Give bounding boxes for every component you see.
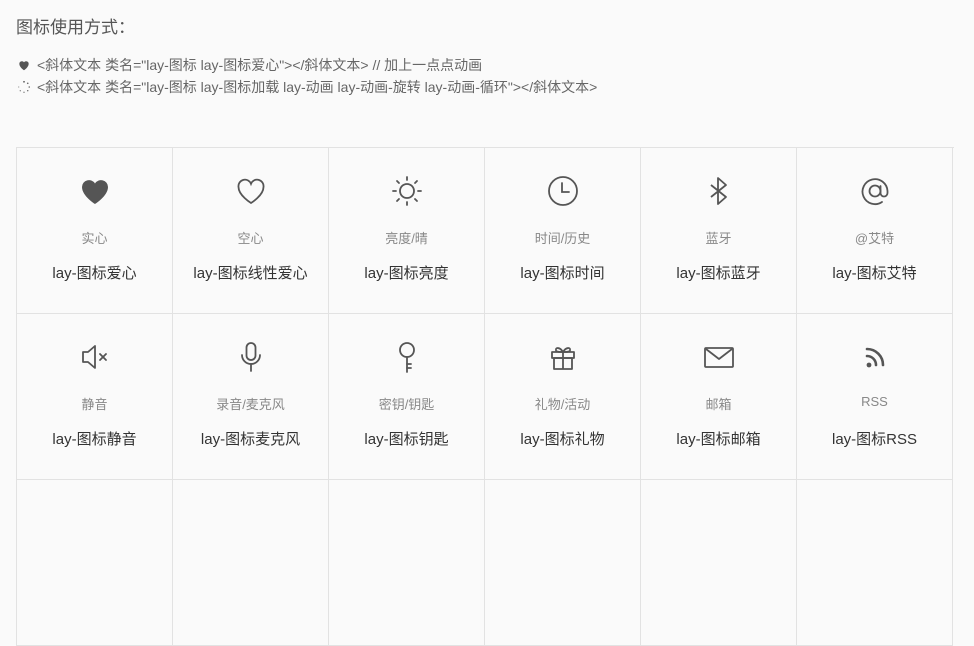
key-icon [329,340,484,374]
code-text: <斜体文本 类名="lay-图标 lay-图标爱心"></斜体文本> // 加上… [37,57,483,73]
icon-card-heart-outline[interactable]: 空心 lay-图标线性爱心 [173,148,329,314]
icon-card-key[interactable]: 密钥/钥匙 lay-图标钥匙 [329,314,485,480]
icon-card[interactable] [485,480,641,646]
icon-description: 邮箱 [705,397,732,412]
icon-class-name: lay-图标礼物 [520,431,605,448]
icon-description: 蓝牙 [705,231,732,246]
icon-description: 空心 [237,231,264,246]
at-icon [797,174,952,208]
loading-icon [17,80,33,94]
code-example-loading: <斜体文本 类名="lay-图标 lay-图标加载 lay-动画 lay-动画-… [17,77,597,97]
clock-icon [485,174,640,208]
bluetooth-icon [641,174,796,208]
icon-class-name: lay-图标时间 [520,265,605,282]
mute-icon [17,340,172,374]
icon-description: 亮度/晴 [385,231,428,246]
icon-class-name: lay-图标邮箱 [676,431,761,448]
icon-card-microphone[interactable]: 录音/麦克风 lay-图标麦克风 [173,314,329,480]
icon-class-name: lay-图标线性爱心 [193,265,308,282]
icon-card-heart[interactable]: 实心 lay-图标爱心 [17,148,173,314]
gift-icon [485,340,640,374]
microphone-icon [173,340,328,374]
icon-class-name: lay-图标艾特 [832,265,917,282]
page-title: 图标使用方式： [16,18,135,37]
icon-card[interactable] [797,480,953,646]
icon-card[interactable] [17,480,173,646]
code-text: <斜体文本 类名="lay-图标 lay-图标加载 lay-动画 lay-动画-… [37,79,598,95]
icon-card-mute[interactable]: 静音 lay-图标静音 [17,314,173,480]
icon-card-mail[interactable]: 邮箱 lay-图标邮箱 [641,314,797,480]
icon-class-name: lay-图标蓝牙 [676,265,761,282]
code-example-heart: <斜体文本 类名="lay-图标 lay-图标爱心"></斜体文本> // 加上… [17,55,482,75]
icon-description: 密钥/钥匙 [378,397,435,412]
heart-filled-icon [17,174,172,208]
icon-class-name: lay-图标钥匙 [364,431,449,448]
icon-description: 静音 [81,397,108,412]
icon-class-name: lay-图标静音 [52,431,137,448]
icon-grid: 实心 lay-图标爱心 空心 lay-图标线性爱心 亮度/晴 lay-图标亮度 [16,147,954,646]
mail-icon [641,340,796,374]
icon-card[interactable] [641,480,797,646]
icon-description: @艾特 [854,231,895,246]
sun-icon [329,174,484,208]
rss-icon [797,340,952,374]
icon-class-name: lay-图标爱心 [52,265,137,282]
icon-card-bluetooth[interactable]: 蓝牙 lay-图标蓝牙 [641,148,797,314]
icon-description: RSS [861,394,888,409]
icon-class-name: lay-图标RSS [831,431,917,448]
icon-description: 礼物/活动 [534,397,591,412]
icon-card-sun[interactable]: 亮度/晴 lay-图标亮度 [329,148,485,314]
icon-card[interactable] [173,480,329,646]
icon-card-gift[interactable]: 礼物/活动 lay-图标礼物 [485,314,641,480]
icon-card-clock[interactable]: 时间/历史 lay-图标时间 [485,148,641,314]
icon-card-rss[interactable]: RSS lay-图标RSS [797,314,953,480]
icon-description: 录音/麦克风 [216,397,285,412]
heart-outline-icon [173,174,328,208]
icon-class-name: lay-图标亮度 [364,265,449,282]
icon-description: 实心 [81,231,108,246]
icon-class-name: lay-图标麦克风 [200,431,301,448]
icon-description: 时间/历史 [534,231,591,246]
heart-filled-icon [17,58,33,72]
icon-card-at[interactable]: @艾特 lay-图标艾特 [797,148,953,314]
icon-card[interactable] [329,480,485,646]
